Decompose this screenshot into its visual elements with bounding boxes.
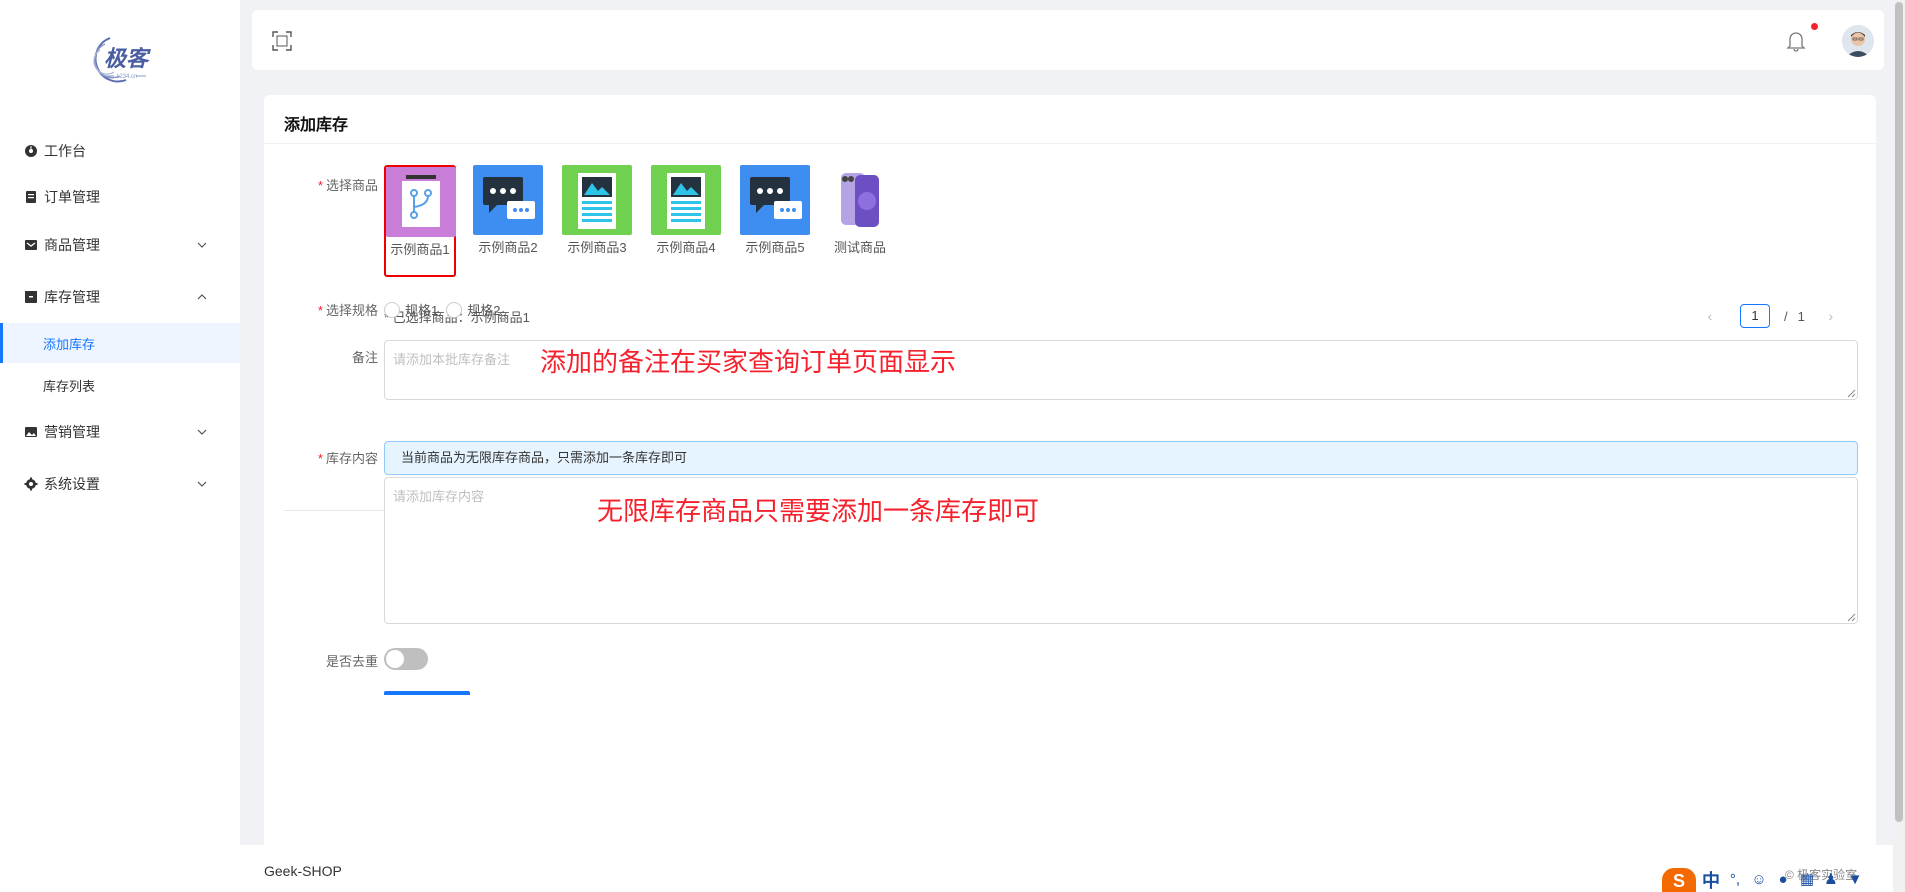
sidebar-item-orders[interactable]: 订单管理 (0, 177, 240, 217)
chat-icon (473, 165, 543, 235)
emoji-icon[interactable]: ☺ (1750, 871, 1768, 889)
logo[interactable]: 极客 1234.cn (80, 30, 160, 88)
spec-label: * 选择规格 (317, 303, 378, 318)
remark-annotation: 添加的备注在买家查询订单页面显示 (540, 347, 957, 377)
footer-brand: Geek-SHOP (264, 863, 342, 879)
sidebar-item-goods[interactable]: 商品管理 (0, 225, 240, 265)
user-icon[interactable]: ♟ (1822, 871, 1840, 889)
punctuation-icon[interactable]: °, (1726, 871, 1744, 889)
submit-button[interactable] (384, 691, 470, 695)
switch-knob (386, 650, 404, 668)
next-page-button[interactable]: › (1819, 304, 1843, 328)
product-item-2[interactable]: 示例商品2 (472, 165, 544, 256)
product-item-5[interactable]: 示例商品5 (739, 165, 811, 256)
sidebar-item-inventory-list[interactable]: 库存列表 (0, 365, 240, 405)
product-name: 示例商品1 (390, 242, 450, 257)
product-item-6[interactable]: 测试商品 (824, 165, 896, 256)
spec-radio-1[interactable]: 规格1 (384, 300, 438, 319)
phone-icon (825, 165, 895, 235)
page-separator: / (1784, 308, 1788, 324)
product-name: 示例商品4 (656, 240, 716, 255)
microphone-icon[interactable]: ● (1774, 871, 1792, 889)
order-icon (26, 191, 36, 203)
top-header (252, 10, 1884, 70)
product-pager: ‹ 1 / 1 › (1698, 303, 1843, 329)
sidebar-item-label: 商品管理 (44, 237, 100, 253)
product-name: 测试商品 (833, 240, 886, 255)
avatar[interactable] (1842, 25, 1874, 57)
keyboard-icon[interactable]: ▦ (1798, 871, 1816, 889)
shirt-icon[interactable]: ▼ (1846, 871, 1864, 889)
sidebar-item-inventory[interactable]: 库存管理 (0, 277, 240, 317)
settings-icon (24, 477, 38, 491)
sidebar-item-label: 系统设置 (44, 476, 100, 492)
chevron-down-icon (197, 242, 207, 248)
resize-handle-icon[interactable] (1846, 388, 1856, 398)
dedupe-label: 是否去重 (325, 654, 378, 669)
product-item-3[interactable]: 示例商品3 (561, 165, 633, 256)
inventory-icon (25, 291, 37, 303)
marketing-icon (25, 427, 37, 437)
remark-label: 备注 (351, 350, 378, 365)
page-number-input[interactable]: 1 (1740, 304, 1770, 328)
ime-logo[interactable]: S (1662, 868, 1696, 892)
ime-toolbar: S 中 °, ☺ ● ▦ ♟ ▼ (1662, 868, 1905, 892)
spec-radio-group: 规格1 规格2 (384, 300, 508, 319)
page-total: 1 (1797, 308, 1805, 324)
product-name: 示例商品3 (567, 240, 627, 255)
sidebar-item-label: 添加库存 (43, 336, 96, 352)
scrollbar-thumb[interactable] (1895, 2, 1903, 822)
page-title: 添加库存 (284, 117, 349, 134)
sidebar-item-add-inventory[interactable]: 添加库存 (0, 323, 240, 363)
svg-text:极客: 极客 (104, 46, 151, 71)
title-divider (264, 143, 1876, 144)
sidebar-item-label: 库存管理 (44, 289, 100, 305)
unlimited-stock-alert: 当前商品为无限库存商品，只需添加一条库存即可 (384, 441, 1858, 475)
add-inventory-card: 添加库存 * 选择商品 示例商品1 示例商品2 示例商品3 示例商品4 示例商品… (264, 95, 1876, 892)
sidebar-item-marketing[interactable]: 营销管理 (0, 412, 240, 452)
content-label: * 库存内容 (317, 451, 378, 466)
chevron-up-icon (197, 294, 207, 300)
svg-text:1234.cn: 1234.cn (116, 74, 137, 80)
resize-handle-icon[interactable] (1846, 612, 1856, 622)
product-name: 示例商品5 (745, 240, 805, 255)
sidebar: 极客 1234.cn 工作台 订单管理 商品管理 库存管理 添加库存 库存列表 … (0, 0, 240, 892)
chat-icon (740, 165, 810, 235)
notification-dot (1811, 23, 1818, 30)
bell-icon[interactable] (1786, 30, 1806, 52)
sidebar-item-settings[interactable]: 系统设置 (0, 464, 240, 504)
vertical-scrollbar[interactable] (1893, 0, 1905, 892)
fullscreen-icon[interactable] (272, 31, 292, 51)
dedupe-switch[interactable] (384, 648, 428, 670)
document-icon (562, 165, 632, 235)
sidebar-item-label: 库存列表 (43, 378, 96, 394)
footer: Geek-SHOP © 极客实验室 (240, 845, 1905, 892)
chevron-down-icon (197, 429, 207, 435)
content-annotation: 无限库存商品只需要添加一条库存即可 (597, 496, 1040, 526)
ime-language-toggle[interactable]: 中 (1702, 867, 1720, 892)
sidebar-item-dashboard[interactable]: 工作台 (0, 131, 240, 171)
prev-page-button[interactable]: ‹ (1698, 304, 1722, 328)
sidebar-item-label: 订单管理 (44, 189, 100, 205)
product-name: 示例商品2 (478, 240, 538, 255)
document-icon (651, 165, 721, 235)
remark-placeholder: 请添加本批库存备注 (393, 352, 511, 367)
dashboard-icon (25, 145, 37, 157)
chevron-down-icon (197, 481, 207, 487)
sidebar-item-label: 营销管理 (44, 424, 100, 440)
product-item-4[interactable]: 示例商品4 (650, 165, 722, 256)
radio-circle (446, 301, 463, 318)
product-item-1[interactable]: 示例商品1 (384, 165, 456, 277)
radio-circle (384, 301, 400, 318)
select-product-label: * 选择商品 (317, 178, 378, 193)
branch-icon (386, 167, 456, 237)
content-placeholder: 请添加库存内容 (393, 489, 485, 504)
spec-radio-2[interactable]: 规格2 (446, 300, 500, 319)
sidebar-item-label: 工作台 (44, 143, 86, 159)
goods-icon (25, 240, 37, 250)
